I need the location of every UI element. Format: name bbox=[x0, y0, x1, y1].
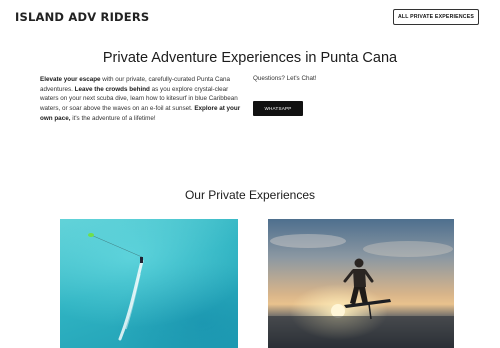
efoil-illustration bbox=[268, 234, 454, 348]
wake-trail bbox=[118, 259, 144, 341]
efoil-photo[interactable] bbox=[268, 219, 454, 348]
intro-lead-bold: Elevate your escape bbox=[40, 76, 101, 83]
kitesurf-illustration bbox=[88, 233, 144, 341]
intro-text-3: it's the adventure of a lifetime! bbox=[70, 114, 156, 122]
wake-foam bbox=[125, 273, 141, 330]
section-title: Our Private Experiences bbox=[184, 188, 316, 202]
site-header: ISLAND ADV RIDERS ALL PRIVATE EXPERIENCE… bbox=[0, 0, 500, 34]
kite-line bbox=[90, 234, 143, 258]
intro-paragraph: Elevate your escape with our private, ca… bbox=[40, 75, 245, 124]
rider-arm bbox=[343, 269, 355, 283]
rider-arm bbox=[363, 269, 374, 283]
cloud-shape bbox=[270, 234, 346, 248]
sun-icon bbox=[331, 304, 345, 318]
rider-head bbox=[354, 258, 364, 268]
kitesurf-photo[interactable] bbox=[60, 219, 238, 348]
whatsapp-button[interactable]: WHATSAPP bbox=[253, 101, 303, 116]
brand-logo[interactable]: ISLAND ADV RIDERS bbox=[15, 10, 149, 24]
all-experiences-button[interactable]: ALL PRIVATE EXPERIENCES bbox=[393, 9, 479, 25]
kite-icon bbox=[88, 233, 94, 237]
kitesurfer-figure bbox=[140, 257, 143, 263]
page-title: Private Adventure Experiences in Punta C… bbox=[102, 50, 398, 66]
chat-label: Questions? Let's Chat! bbox=[253, 75, 317, 82]
cloud-shape bbox=[363, 241, 453, 257]
sea-surface bbox=[268, 316, 454, 348]
intro-mid-bold: Leave the crowds behind bbox=[74, 85, 150, 93]
